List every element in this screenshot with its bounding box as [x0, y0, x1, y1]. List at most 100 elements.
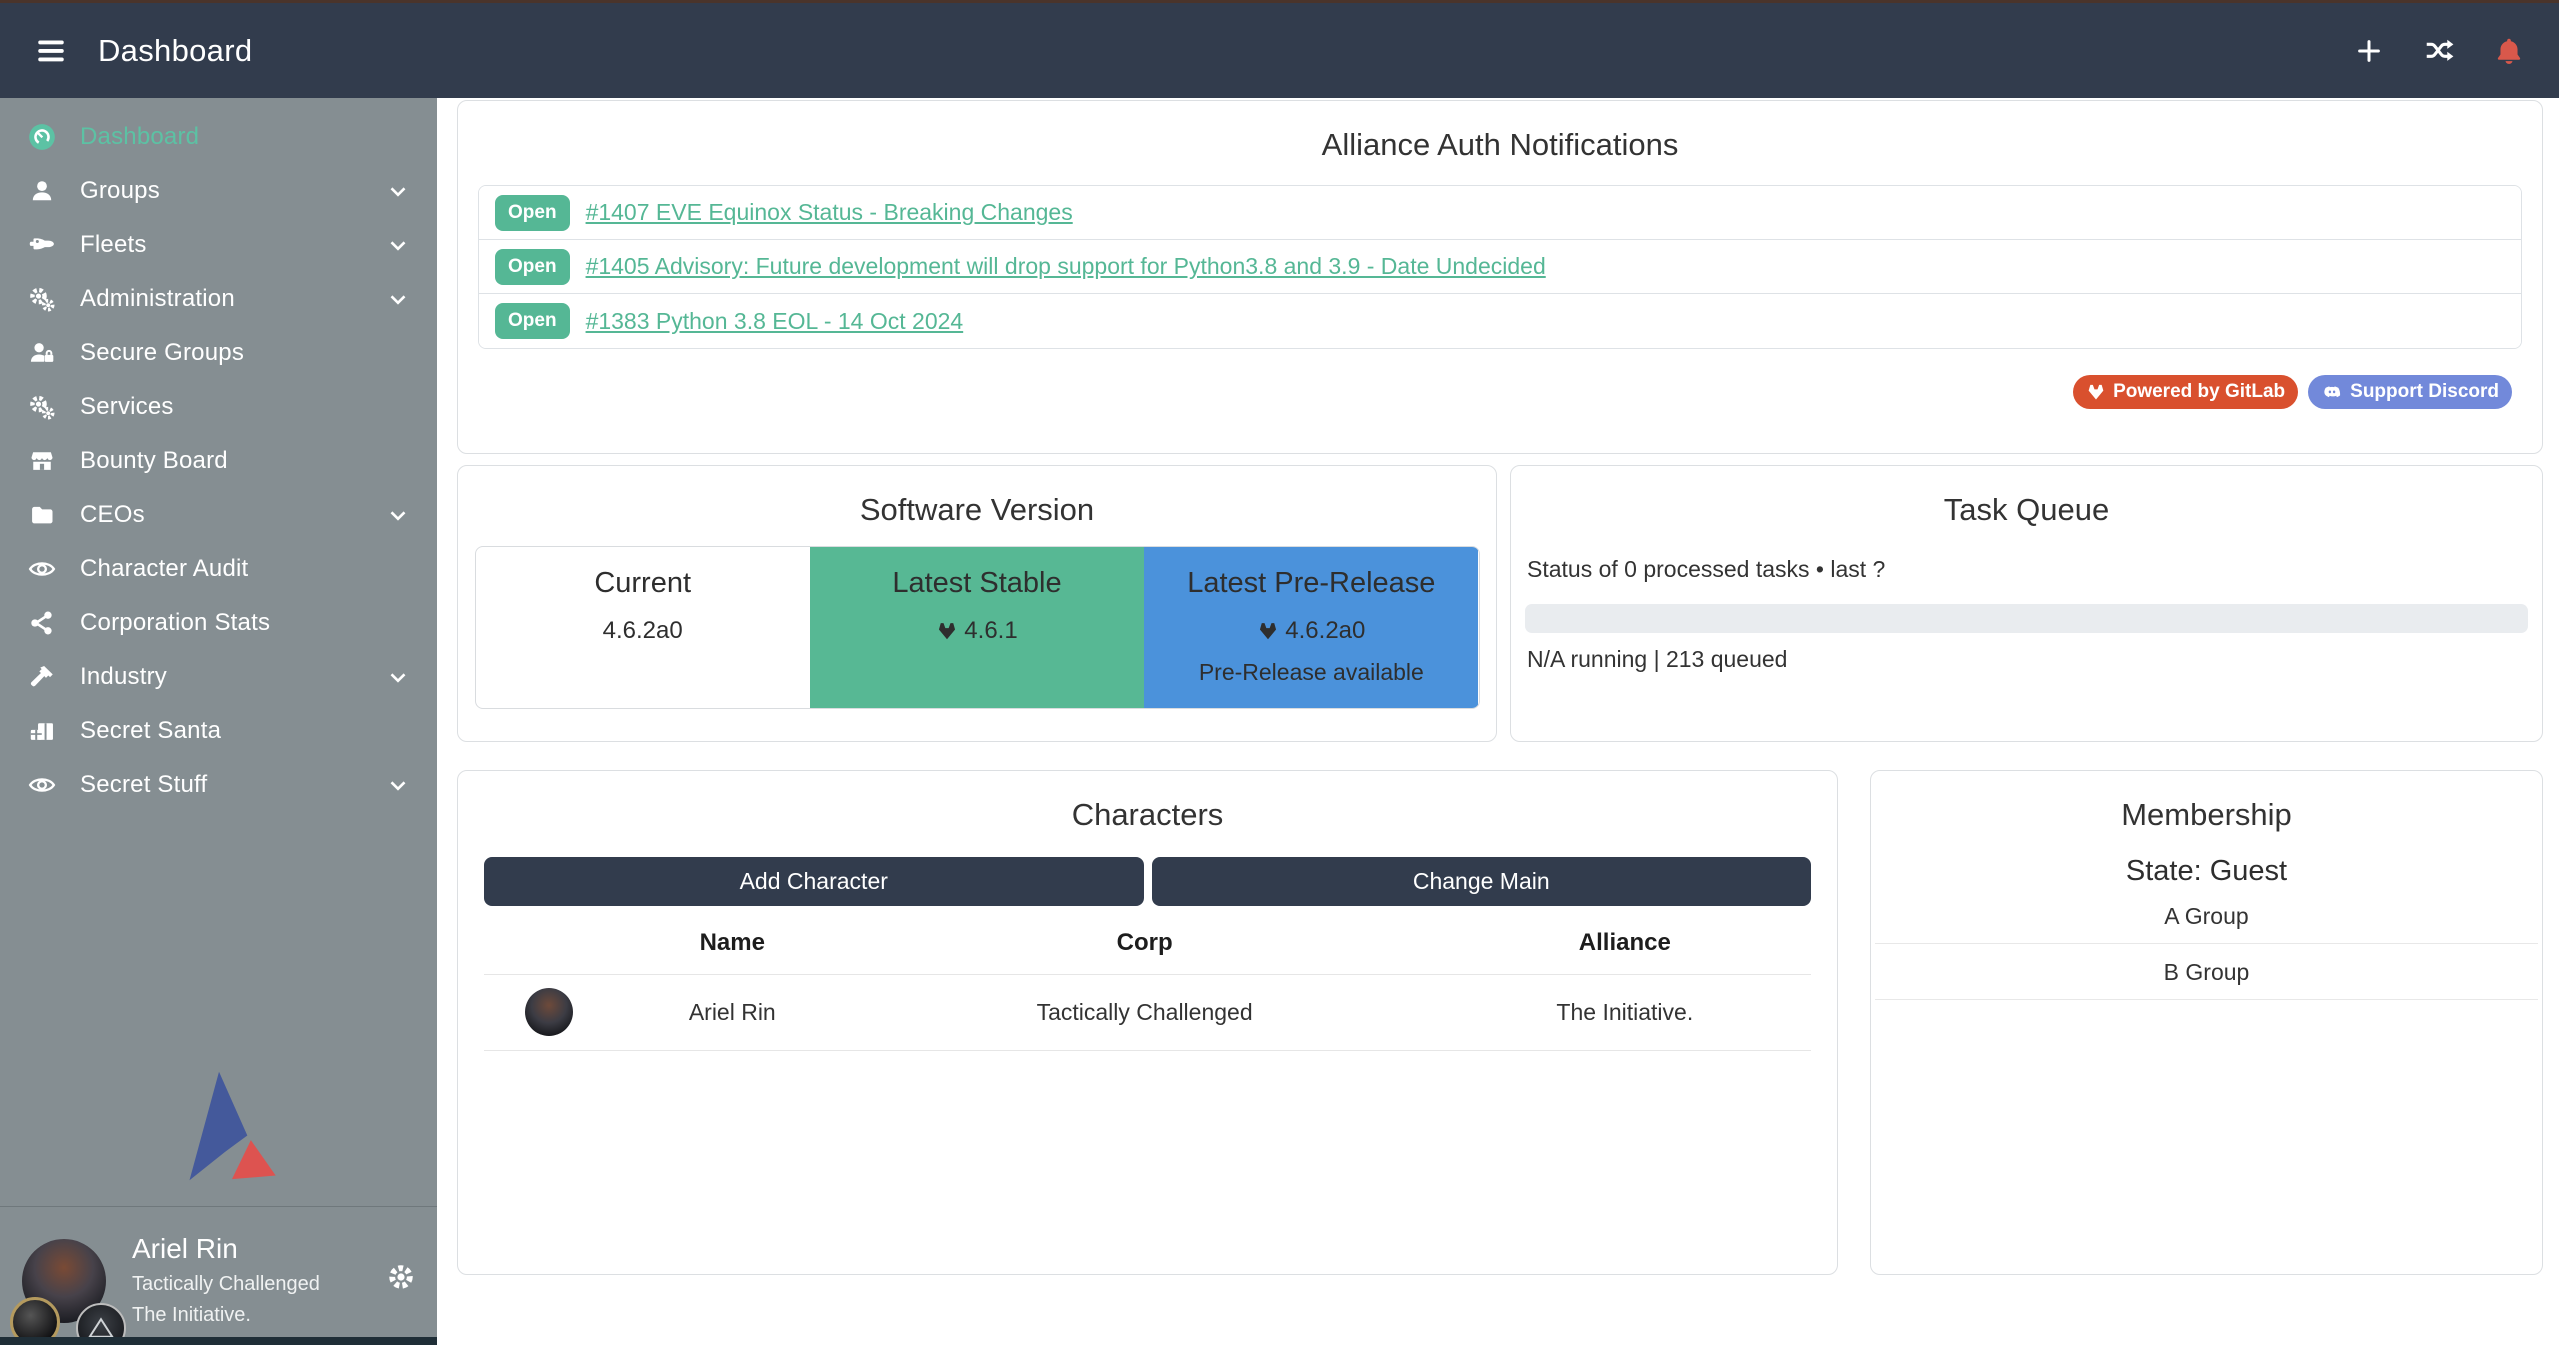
sidebar-item-secure-groups[interactable]: Secure Groups — [0, 326, 437, 380]
table-row: Ariel Rin Tactically Challenged The Init… — [484, 974, 1811, 1050]
page-title: Dashboard — [98, 33, 252, 69]
sidebar-item-administration[interactable]: Administration — [0, 272, 437, 326]
notification-link[interactable]: #1407 EVE Equinox Status - Breaking Chan… — [586, 199, 1073, 226]
bell-icon — [2493, 35, 2525, 67]
sidebar-item-label: Corporation Stats — [80, 609, 270, 637]
sidebar-item-label: Bounty Board — [80, 447, 228, 475]
gifts-icon — [22, 717, 62, 745]
discord-icon — [2321, 381, 2343, 403]
navbar: Dashboard — [0, 3, 2559, 98]
sidebar-item-secret-stuff[interactable]: Secret Stuff — [0, 758, 437, 812]
chevron-down-icon — [385, 772, 411, 798]
character-portrait — [525, 988, 573, 1036]
hamburger-icon — [34, 34, 68, 68]
user-alliance: The Initiative. — [132, 1304, 320, 1327]
menu-toggle-button[interactable] — [30, 30, 72, 72]
eye-icon — [22, 555, 62, 583]
notification-link[interactable]: #1405 Advisory: Future development will … — [586, 253, 1546, 280]
membership-state: State: Guest — [1871, 855, 2542, 888]
sidebar-item-label: CEOs — [80, 501, 145, 529]
chevron-down-icon — [385, 178, 411, 204]
notification-item: Open #1405 Advisory: Future development … — [479, 240, 2521, 294]
task-queue-counts: N/A running | 213 queued — [1527, 646, 2528, 673]
sidebar-item-industry[interactable]: Industry — [0, 650, 437, 704]
status-badge: Open — [495, 195, 570, 231]
gitlab-icon — [1257, 620, 1279, 642]
shop-icon — [22, 447, 62, 475]
version-number: 4.6.2a0 — [603, 617, 683, 645]
status-badge: Open — [495, 249, 570, 285]
gear-icon — [385, 1261, 417, 1337]
sidebar-item-label: Administration — [80, 285, 235, 313]
sidebar-item-label: Industry — [80, 663, 167, 691]
sidebar-item-label: Dashboard — [80, 123, 199, 151]
notification-link[interactable]: #1383 Python 3.8 EOL - 14 Oct 2024 — [586, 308, 964, 335]
main-content: Alliance Auth Notifications Open #1407 E… — [437, 98, 2559, 1345]
notification-item: Open #1383 Python 3.8 EOL - 14 Oct 2024 — [479, 294, 2521, 348]
version-number: 4.6.1 — [964, 617, 1017, 645]
notifications-button[interactable] — [2489, 31, 2529, 71]
user-name: Ariel Rin — [132, 1233, 320, 1265]
sidebar-item-corporation-stats[interactable]: Corporation Stats — [0, 596, 437, 650]
badge-label: Support Discord — [2350, 381, 2499, 403]
software-version-title: Software Version — [458, 492, 1496, 528]
characters-panel: Characters Add Character Change Main Nam… — [457, 770, 1838, 1275]
version-latest-prerelease: Latest Pre-Release 4.6.2a0 Pre-Release a… — [1144, 547, 1478, 708]
version-heading: Current — [476, 567, 810, 600]
sidebar-item-secret-santa[interactable]: Secret Santa — [0, 704, 437, 758]
plus-icon — [2354, 36, 2384, 66]
task-queue-panel: Task Queue Status of 0 processed tasks •… — [1510, 465, 2543, 742]
shuffle-icon — [2423, 35, 2455, 67]
characters-table: Name Corp Alliance Ariel Rin Tactically … — [484, 912, 1811, 1051]
sidebar-item-label: Fleets — [80, 231, 147, 259]
user-lock-icon — [22, 339, 62, 367]
share-icon — [22, 610, 62, 636]
task-queue-progressbar — [1525, 604, 2528, 633]
eye-icon — [22, 771, 62, 799]
add-character-button[interactable]: Add Character — [484, 857, 1144, 906]
sidebar-item-groups[interactable]: Groups — [0, 164, 437, 218]
support-discord-badge[interactable]: Support Discord — [2308, 375, 2512, 409]
sidebar-item-dashboard[interactable]: Dashboard — [0, 110, 437, 164]
user-settings-button[interactable] — [385, 1261, 417, 1337]
hammer-icon — [22, 663, 62, 691]
notifications-title: Alliance Auth Notifications — [458, 127, 2542, 163]
sidebar-item-label: Character Audit — [80, 555, 248, 583]
alliance-auth-logo — [0, 1061, 437, 1191]
membership-group: A Group — [1875, 888, 2538, 944]
powered-by-gitlab-badge[interactable]: Powered by GitLab — [2073, 375, 2298, 409]
membership-title: Membership — [1871, 797, 2542, 833]
sidebar-item-bounty-board[interactable]: Bounty Board — [0, 434, 437, 488]
gitlab-icon — [2086, 382, 2106, 402]
sidebar-footer-strip — [0, 1337, 437, 1345]
user-corp: Tactically Challenged — [132, 1273, 320, 1296]
sidebar-item-label: Secret Santa — [80, 717, 221, 745]
change-main-button[interactable]: Change Main — [1152, 857, 1812, 906]
version-current: Current 4.6.2a0 — [476, 547, 810, 708]
version-note: Pre-Release available — [1144, 659, 1478, 686]
notifications-list: Open #1407 EVE Equinox Status - Breaking… — [478, 185, 2522, 349]
folder-icon — [22, 501, 62, 529]
sidebar-item-label: Secure Groups — [80, 339, 244, 367]
col-header-name: Name — [614, 912, 851, 974]
version-number: 4.6.2a0 — [1285, 617, 1365, 645]
status-badge: Open — [495, 303, 570, 339]
membership-panel: Membership State: Guest A Group B Group — [1870, 770, 2543, 1275]
sidebar-item-ceos[interactable]: CEOs — [0, 488, 437, 542]
version-heading: Latest Pre-Release — [1144, 567, 1478, 600]
sidebar: Dashboard Groups Fleets — [0, 98, 437, 1345]
character-corp: Tactically Challenged — [851, 974, 1439, 1050]
sidebar-item-fleets[interactable]: Fleets — [0, 218, 437, 272]
character-switch-button[interactable] — [2419, 31, 2459, 71]
notifications-panel: Alliance Auth Notifications Open #1407 E… — [457, 100, 2543, 454]
sidebar-item-label: Services — [80, 393, 174, 421]
gears-icon — [22, 285, 62, 313]
sidebar-item-services[interactable]: Services — [0, 380, 437, 434]
col-header-alliance: Alliance — [1439, 912, 1811, 974]
sidebar-item-character-audit[interactable]: Character Audit — [0, 542, 437, 596]
characters-title: Characters — [484, 797, 1811, 833]
add-button[interactable] — [2349, 31, 2389, 71]
version-latest-stable: Latest Stable 4.6.1 — [810, 547, 1144, 708]
chevron-down-icon — [385, 286, 411, 312]
gitlab-icon — [936, 620, 958, 642]
